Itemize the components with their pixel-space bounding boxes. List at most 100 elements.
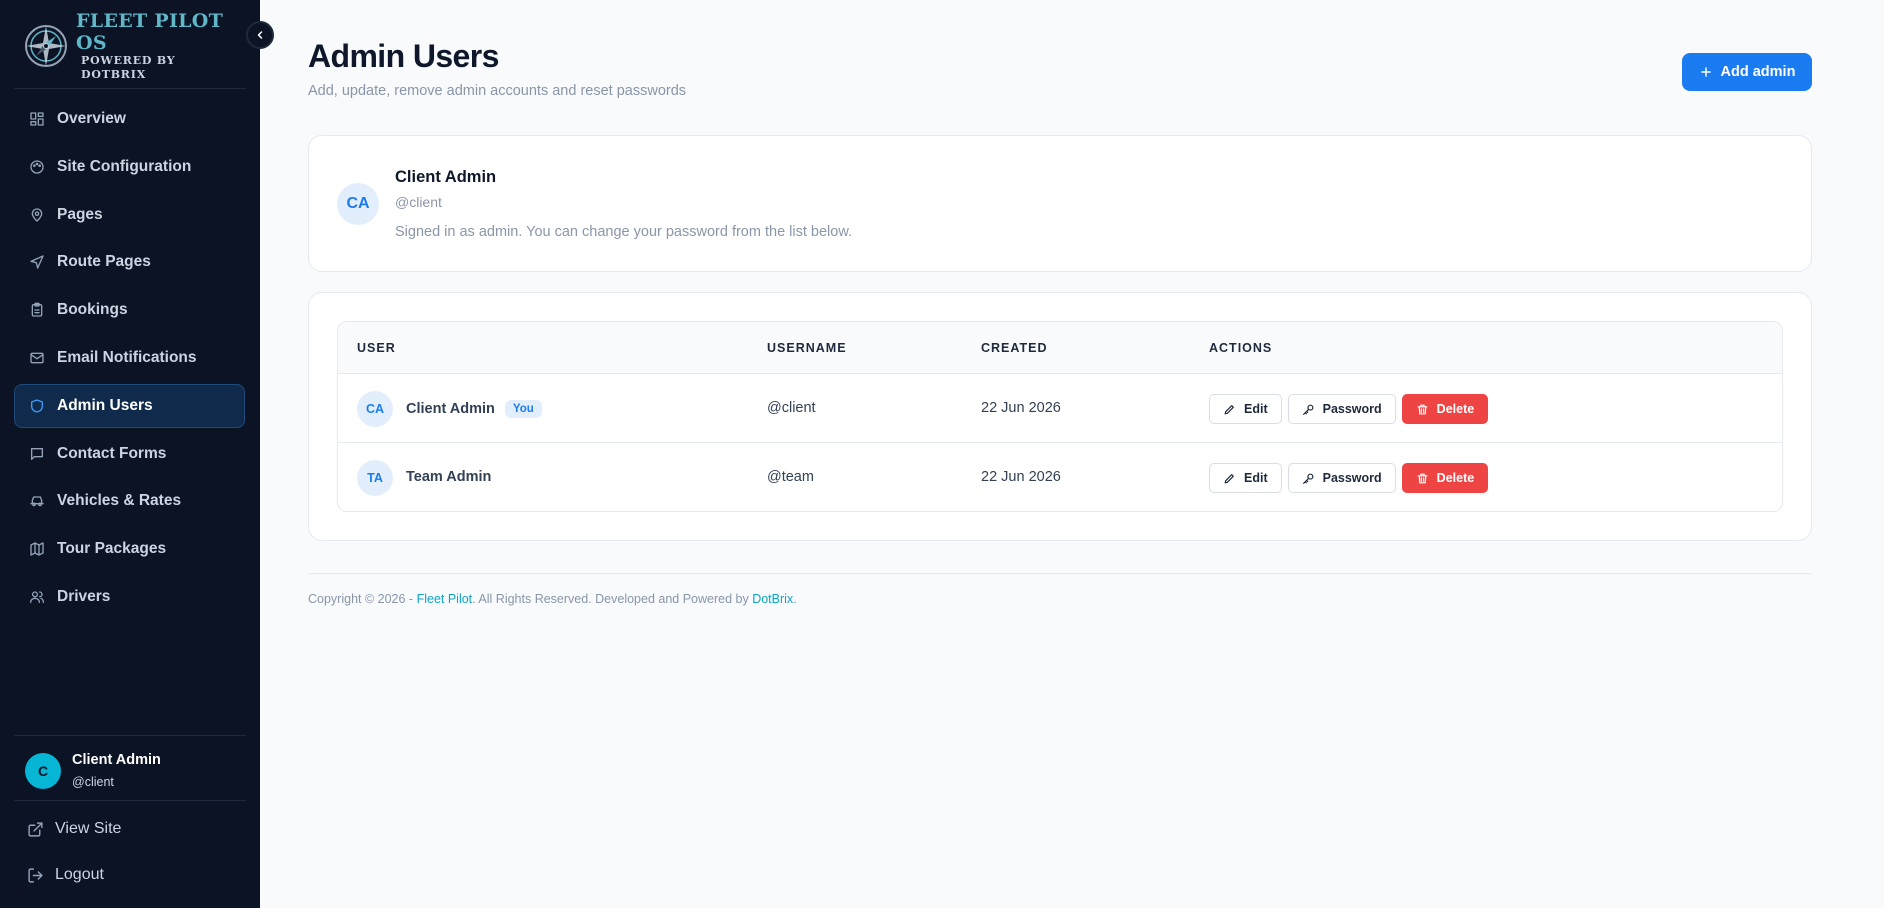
footer-brand-link[interactable]: Fleet Pilot bbox=[417, 592, 473, 606]
sidebar-item-label: Tour Packages bbox=[57, 540, 167, 558]
logout-label: Logout bbox=[55, 866, 104, 883]
sidebar-item-label: Drivers bbox=[57, 587, 111, 605]
current-user-name: Client Admin bbox=[395, 168, 497, 186]
admin-users-table: USER USERNAME CREATED ACTIONS CA Client A… bbox=[337, 321, 1783, 512]
divider bbox=[14, 735, 246, 736]
divider bbox=[14, 88, 246, 89]
column-header-created: CREATED bbox=[981, 341, 1048, 355]
logout-button[interactable]: Logout bbox=[27, 866, 104, 884]
trash-icon bbox=[1416, 403, 1429, 416]
edit-button[interactable]: Edit bbox=[1209, 394, 1282, 424]
sidebar-user-handle: @client bbox=[72, 775, 114, 789]
footer-divider bbox=[308, 573, 1812, 574]
plus-icon bbox=[1699, 65, 1713, 79]
footer-copyright: Copyright © 2026 - bbox=[308, 592, 417, 606]
column-header-user: USER bbox=[357, 341, 396, 355]
current-user-note: Signed in as admin. You can change your … bbox=[395, 224, 853, 240]
sidebar-item-label: Contact Forms bbox=[57, 444, 167, 462]
table-header: USER USERNAME CREATED ACTIONS bbox=[338, 322, 1782, 374]
pencil-icon bbox=[1223, 472, 1236, 485]
sidebar-item-drivers[interactable]: Drivers bbox=[14, 575, 245, 619]
current-user-card: CA Client Admin @client Signed in as adm… bbox=[308, 135, 1812, 272]
divider bbox=[14, 800, 246, 801]
sidebar-item-label: Site Configuration bbox=[57, 157, 192, 175]
pencil-icon bbox=[1223, 403, 1236, 416]
sidebar-item-label: Overview bbox=[57, 110, 126, 127]
delete-button[interactable]: Delete bbox=[1401, 394, 1489, 424]
chevron-left-icon bbox=[254, 29, 266, 41]
footer: Copyright © 2026 - Fleet Pilot. All Righ… bbox=[308, 592, 797, 606]
username-cell: @team bbox=[767, 469, 814, 485]
sidebar-item-email-notifications[interactable]: Email Notifications bbox=[14, 336, 245, 380]
column-header-actions: ACTIONS bbox=[1209, 341, 1273, 355]
admin-users-card: USER USERNAME CREATED ACTIONS CA Client A… bbox=[308, 292, 1812, 541]
avatar: TA bbox=[357, 460, 393, 496]
password-label: Password bbox=[1322, 471, 1382, 485]
sidebar-item-label: Pages bbox=[57, 205, 103, 223]
user-name: Client Admin bbox=[406, 401, 495, 417]
password-button[interactable]: Password bbox=[1287, 394, 1396, 424]
footer-developer-link[interactable]: DotBrix bbox=[752, 592, 793, 606]
sidebar-item-overview[interactable]: Overview bbox=[14, 97, 245, 141]
edit-button[interactable]: Edit bbox=[1209, 463, 1282, 493]
sidebar-item-label: Route Pages bbox=[57, 253, 151, 271]
password-button[interactable]: Password bbox=[1287, 463, 1396, 493]
add-admin-label: Add admin bbox=[1720, 64, 1796, 80]
column-header-username: USERNAME bbox=[767, 341, 847, 355]
delete-label: Delete bbox=[1436, 471, 1475, 485]
sidebar-item-route-pages[interactable]: Route Pages bbox=[14, 240, 245, 284]
delete-button[interactable]: Delete bbox=[1401, 463, 1489, 493]
brand-title: FLEET PILOT OS bbox=[76, 10, 224, 54]
brand[interactable]: FLEET PILOT OS POWERED BY DOTBRIX bbox=[22, 10, 244, 81]
footer-rights: . All Rights Reserved. Developed and Pow… bbox=[472, 592, 753, 606]
sidebar-user: C Client Admin @client bbox=[25, 751, 161, 791]
collapse-sidebar-button[interactable] bbox=[246, 21, 274, 49]
logout-icon bbox=[27, 866, 45, 884]
mail-icon bbox=[28, 349, 45, 366]
sidebar-item-label: Email Notifications bbox=[57, 348, 197, 366]
avatar: CA bbox=[337, 183, 379, 225]
edit-label: Edit bbox=[1244, 402, 1268, 416]
current-user-handle: @client bbox=[395, 194, 442, 210]
sidebar-item-site-configuration[interactable]: Site Configuration bbox=[14, 145, 245, 189]
sidebar-item-bookings[interactable]: Bookings bbox=[14, 288, 245, 332]
avatar: C bbox=[25, 753, 61, 789]
delete-label: Delete bbox=[1436, 402, 1475, 416]
shield-icon bbox=[28, 397, 45, 414]
avatar: CA bbox=[357, 391, 393, 427]
message-square-icon bbox=[28, 445, 45, 462]
view-site-label: View Site bbox=[55, 820, 122, 837]
compass-logo-icon bbox=[22, 22, 70, 70]
navigation-icon bbox=[28, 254, 45, 271]
sidebar: FLEET PILOT OS POWERED BY DOTBRIX Overvi… bbox=[0, 0, 260, 908]
created-cell: 22 Jun 2026 bbox=[981, 400, 1061, 416]
users-icon bbox=[28, 588, 45, 605]
clipboard-icon bbox=[28, 302, 45, 319]
sidebar-item-vehicles-and-rates[interactable]: Vehicles & Rates bbox=[14, 479, 245, 523]
key-icon bbox=[1302, 472, 1315, 485]
sidebar-item-contact-forms[interactable]: Contact Forms bbox=[14, 432, 245, 476]
you-badge: You bbox=[504, 400, 542, 418]
map-icon bbox=[28, 541, 45, 558]
table-body: CA Client Admin You @client 22 Jun 2026 Edit P… bbox=[338, 374, 1782, 511]
grid-icon bbox=[28, 111, 45, 128]
map-pin-icon bbox=[28, 206, 45, 223]
username-cell: @client bbox=[767, 400, 816, 416]
sidebar-user-name: Client Admin bbox=[72, 752, 161, 768]
sidebar-item-pages[interactable]: Pages bbox=[14, 193, 245, 237]
created-cell: 22 Jun 2026 bbox=[981, 469, 1061, 485]
footer-period: . bbox=[793, 592, 797, 606]
edit-label: Edit bbox=[1244, 471, 1268, 485]
brand-subtitle: POWERED BY DOTBRIX bbox=[81, 54, 176, 81]
sidebar-item-label: Admin Users bbox=[57, 396, 153, 414]
sidebar-item-admin-users[interactable]: Admin Users bbox=[14, 383, 245, 428]
page-subtitle: Add, update, remove admin accounts and r… bbox=[308, 83, 687, 99]
view-site-link[interactable]: View Site bbox=[27, 820, 121, 838]
page-title: Admin Users bbox=[308, 38, 499, 74]
password-label: Password bbox=[1322, 402, 1382, 416]
sidebar-item-label: Vehicles & Rates bbox=[57, 492, 182, 510]
key-icon bbox=[1302, 403, 1315, 416]
table-row: CA Client Admin You @client 22 Jun 2026 Edit P… bbox=[338, 374, 1782, 443]
sidebar-item-tour-packages[interactable]: Tour Packages bbox=[14, 527, 245, 571]
add-admin-button[interactable]: Add admin bbox=[1682, 53, 1812, 91]
